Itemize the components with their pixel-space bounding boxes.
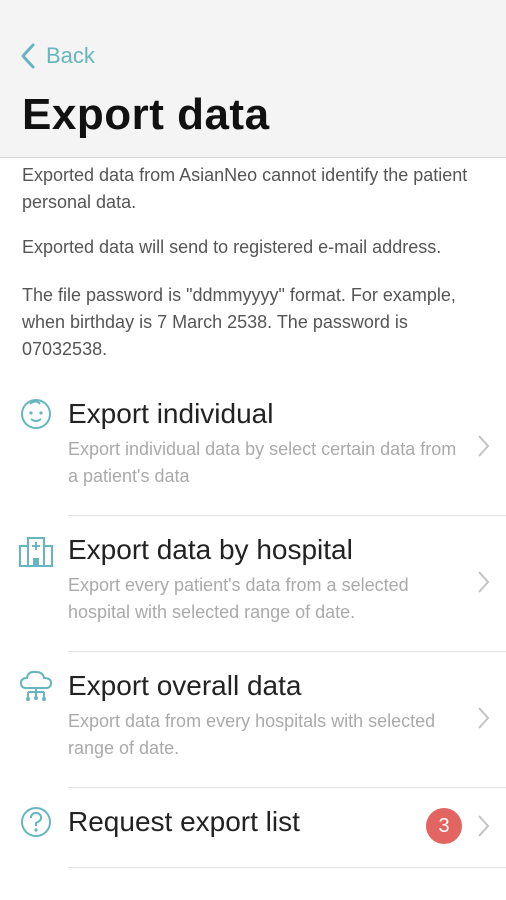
chevron-right-icon — [478, 435, 490, 457]
export-overall-title: Export overall data — [68, 670, 302, 701]
chevron-right-icon — [478, 815, 490, 837]
baby-face-icon — [21, 399, 51, 429]
info-text-password: The file password is "ddmmyyyy" format. … — [22, 285, 456, 359]
divider — [68, 651, 506, 652]
chevron-left-icon — [21, 43, 35, 69]
chevron-right-icon — [478, 571, 490, 593]
export-overall-item[interactable]: Export overall data Export data from eve… — [0, 662, 506, 788]
chevron-right-icon — [478, 707, 490, 729]
info-text-privacy: Exported data from AsianNeo cannot ident… — [22, 165, 468, 212]
request-export-list-title: Request export list — [68, 806, 300, 837]
info-text-email: Exported data will send to registered e-… — [22, 237, 442, 257]
cloud-network-icon — [19, 670, 53, 701]
notification-badge: 3 — [426, 808, 462, 844]
top-bar: Back Export data — [0, 0, 506, 158]
export-by-hospital-description: Export every patient's data from a selec… — [68, 575, 409, 622]
divider — [68, 787, 506, 788]
divider — [68, 515, 506, 516]
divider — [68, 867, 506, 868]
export-overall-description: Export data from every hospitals with se… — [68, 711, 436, 758]
export-individual-title: Export individual — [68, 398, 274, 429]
question-circle-icon — [21, 807, 51, 837]
export-by-hospital-title: Export data by hospital — [68, 534, 353, 565]
back-label: Back — [46, 43, 95, 68]
export-by-hospital-item[interactable]: Export data by hospital Export every pat… — [0, 526, 506, 652]
export-individual-description: Export individual data by select certain… — [68, 439, 457, 486]
page-title: Export data — [22, 90, 270, 139]
request-export-list-item[interactable]: Request export list 3 — [0, 798, 506, 868]
back-button[interactable]: Back — [20, 40, 95, 72]
export-individual-item[interactable]: Export individual Export individual data… — [0, 390, 506, 516]
hospital-icon — [19, 537, 53, 567]
